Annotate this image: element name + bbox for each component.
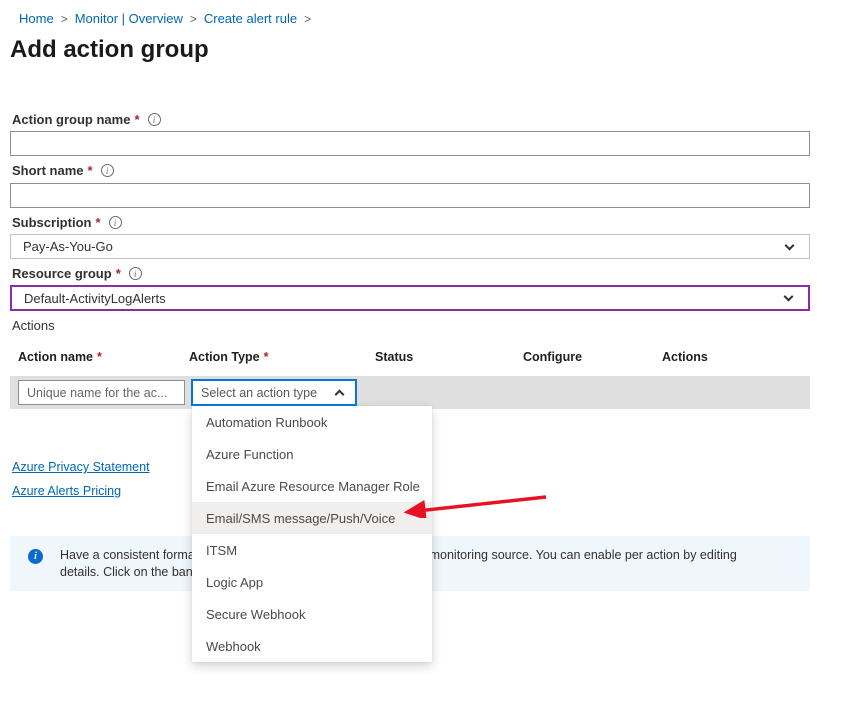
breadcrumb: Home > Monitor | Overview > Create alert… <box>19 11 311 26</box>
column-header-text: Actions <box>662 350 708 364</box>
resource-group-selected-value: Default-ActivityLogAlerts <box>24 291 166 306</box>
actions-section-heading: Actions <box>12 318 55 333</box>
subscription-selected-value: Pay-As-You-Go <box>23 239 113 254</box>
breadcrumb-separator: > <box>304 12 311 26</box>
breadcrumb-separator: > <box>190 12 197 26</box>
action-group-name-label-text: Action group name <box>12 112 130 127</box>
dropdown-option-secure-webhook[interactable]: Secure Webhook <box>192 598 432 630</box>
column-header-text: Status <box>375 350 413 364</box>
breadcrumb-monitor-overview[interactable]: Monitor | Overview <box>75 11 183 26</box>
action-type-combobox-label: Select an action type <box>201 386 317 400</box>
dropdown-option-azure-function[interactable]: Azure Function <box>192 438 432 470</box>
chevron-down-icon <box>785 240 795 250</box>
required-asterisk: * <box>264 350 269 364</box>
column-header-status: Status <box>375 350 417 364</box>
column-header-text: Action Type <box>189 350 260 364</box>
action-group-name-input[interactable] <box>10 131 810 156</box>
resource-group-label: Resource group * i <box>12 266 142 281</box>
page-title: Add action group <box>10 36 209 64</box>
azure-privacy-statement-link[interactable]: Azure Privacy Statement <box>12 460 150 474</box>
subscription-select[interactable]: Pay-As-You-Go <box>10 234 810 259</box>
action-group-name-label: Action group name * i <box>12 112 161 127</box>
required-asterisk: * <box>97 350 102 364</box>
required-asterisk: * <box>116 266 121 281</box>
info-icon[interactable]: i <box>101 164 114 177</box>
action-type-combobox[interactable]: Select an action type <box>191 379 357 406</box>
breadcrumb-create-alert-rule[interactable]: Create alert rule <box>204 11 297 26</box>
breadcrumb-home[interactable]: Home <box>19 11 54 26</box>
chevron-down-icon <box>784 292 794 302</box>
column-header-text: Configure <box>523 350 582 364</box>
short-name-label-text: Short name <box>12 163 84 178</box>
column-header-action-type: Action Type * <box>189 350 268 364</box>
info-circle-icon: i <box>28 549 43 564</box>
breadcrumb-separator: > <box>61 12 68 26</box>
dropdown-option-itsm[interactable]: ITSM <box>192 534 432 566</box>
required-asterisk: * <box>88 163 93 178</box>
action-name-input[interactable] <box>18 380 185 405</box>
info-icon[interactable]: i <box>109 216 122 229</box>
subscription-label: Subscription * i <box>12 215 122 230</box>
dropdown-option-email-azure-resource-manager-role[interactable]: Email Azure Resource Manager Role <box>192 470 432 502</box>
column-header-action-name: Action name * <box>18 350 102 364</box>
required-asterisk: * <box>134 112 139 127</box>
short-name-input[interactable] <box>10 183 810 208</box>
info-icon[interactable]: i <box>129 267 142 280</box>
action-type-dropdown: Automation Runbook Azure Function Email … <box>192 406 432 662</box>
required-asterisk: * <box>95 215 100 230</box>
dropdown-option-email-sms-push-voice[interactable]: Email/SMS message/Push/Voice <box>192 502 432 534</box>
column-header-configure: Configure <box>523 350 586 364</box>
short-name-label: Short name * i <box>12 163 114 178</box>
chevron-up-icon <box>335 389 345 399</box>
dropdown-option-webhook[interactable]: Webhook <box>192 630 432 662</box>
subscription-label-text: Subscription <box>12 215 91 230</box>
add-action-group-page: Home > Monitor | Overview > Create alert… <box>0 0 857 709</box>
column-header-actions: Actions <box>662 350 712 364</box>
dropdown-option-automation-runbook[interactable]: Automation Runbook <box>192 406 432 438</box>
dropdown-option-logic-app[interactable]: Logic App <box>192 566 432 598</box>
column-header-text: Action name <box>18 350 93 364</box>
azure-alerts-pricing-link[interactable]: Azure Alerts Pricing <box>12 484 121 498</box>
info-icon[interactable]: i <box>148 113 161 126</box>
resource-group-label-text: Resource group <box>12 266 112 281</box>
resource-group-select[interactable]: Default-ActivityLogAlerts <box>10 285 810 311</box>
